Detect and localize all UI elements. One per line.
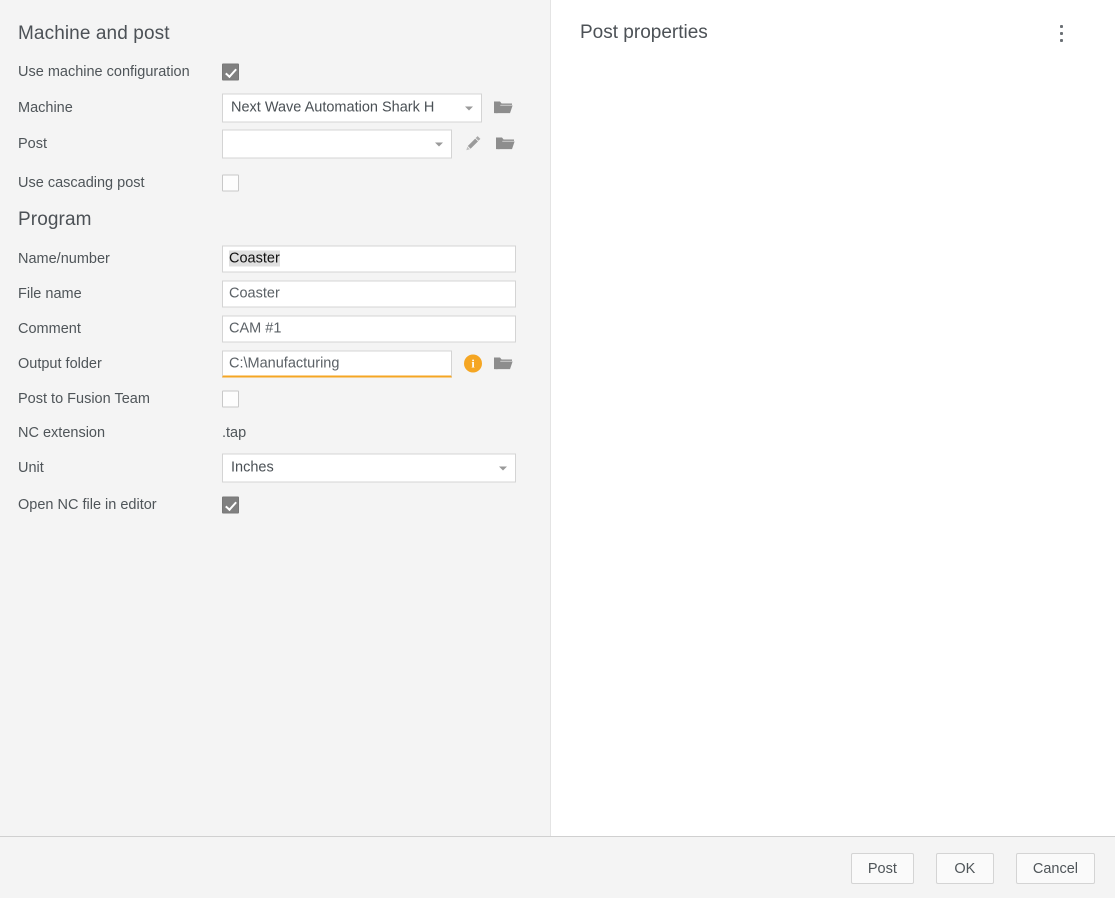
row-use-cascading-post: Use cascading post: [0, 165, 551, 200]
kebab-menu-icon[interactable]: [1051, 18, 1071, 48]
row-post: Post: [0, 126, 551, 161]
settings-panel: Machine and post Use machine configurati…: [0, 0, 551, 836]
row-file-name: File name Coaster: [0, 276, 551, 311]
kebab-dot: [1059, 38, 1063, 42]
pencil-icon-post[interactable]: [462, 133, 484, 155]
section-title-machine-and-post: Machine and post: [18, 23, 170, 44]
label-unit: Unit: [18, 459, 44, 476]
folder-open-icon-output-folder[interactable]: [492, 353, 514, 375]
row-machine: Machine Next Wave Automation Shark H: [0, 90, 551, 125]
checkbox-use-cascading-post[interactable]: [222, 174, 239, 191]
row-comment: Comment CAM #1: [0, 311, 551, 346]
dialog-footer: Post OK Cancel: [0, 836, 1115, 898]
folder-open-icon-machine[interactable]: [492, 97, 514, 119]
label-post: Post: [18, 135, 48, 152]
output-folder-input[interactable]: C:\Manufacturing: [222, 350, 452, 377]
post-select[interactable]: [222, 129, 452, 158]
nc-extension-value: .tap: [222, 424, 247, 441]
label-comment: Comment: [18, 320, 81, 337]
chevron-down-icon: [499, 466, 507, 471]
unit-select-value: Inches: [231, 459, 274, 476]
checkbox-open-nc-file-in-editor[interactable]: [222, 496, 239, 513]
unit-select[interactable]: Inches: [222, 453, 516, 482]
post-process-dialog: Machine and post Use machine configurati…: [0, 0, 1115, 898]
ok-button[interactable]: OK: [935, 853, 994, 884]
post-properties-title: Post properties: [580, 22, 708, 43]
comment-value: CAM #1: [229, 320, 282, 337]
name-number-value: Coaster: [229, 250, 280, 267]
post-button[interactable]: Post: [850, 853, 914, 884]
label-file-name: File name: [18, 285, 82, 302]
chevron-down-icon: [435, 142, 443, 147]
label-open-nc-file-in-editor: Open NC file in editor: [18, 496, 157, 513]
row-use-machine-configuration: Use machine configuration: [0, 54, 551, 89]
label-output-folder: Output folder: [18, 355, 102, 372]
file-name-input[interactable]: Coaster: [222, 280, 516, 307]
row-name-number: Name/number Coaster: [0, 241, 551, 276]
cancel-button[interactable]: Cancel: [1015, 853, 1095, 884]
label-name-number: Name/number: [18, 250, 110, 267]
row-unit: Unit Inches: [0, 450, 551, 485]
kebab-dot: [1059, 31, 1063, 35]
folder-open-icon-post[interactable]: [494, 133, 516, 155]
comment-input[interactable]: CAM #1: [222, 315, 516, 342]
kebab-dot: [1059, 24, 1063, 28]
label-use-machine-configuration: Use machine configuration: [18, 63, 190, 80]
label-use-cascading-post: Use cascading post: [18, 174, 145, 191]
row-nc-extension: NC extension .tap: [0, 415, 551, 450]
label-machine: Machine: [18, 99, 73, 116]
name-number-input[interactable]: Coaster: [222, 245, 516, 272]
row-open-nc-file-in-editor: Open NC file in editor: [0, 487, 551, 522]
machine-select-value: Next Wave Automation Shark H: [231, 99, 435, 116]
section-title-program: Program: [18, 209, 92, 230]
checkbox-post-to-fusion-team[interactable]: [222, 390, 239, 407]
dialog-button-bar: Post OK Cancel: [850, 853, 1095, 884]
info-icon-output-folder[interactable]: i: [464, 354, 482, 373]
chevron-down-icon: [465, 106, 473, 111]
output-folder-value: C:\Manufacturing: [229, 355, 340, 371]
row-output-folder: Output folder C:\Manufacturing i: [0, 346, 551, 381]
label-nc-extension: NC extension: [18, 424, 106, 441]
machine-select[interactable]: Next Wave Automation Shark H: [222, 93, 482, 122]
post-properties-panel: Post properties: [552, 0, 1115, 836]
row-post-to-fusion-team: Post to Fusion Team: [0, 381, 551, 416]
file-name-value: Coaster: [229, 285, 280, 302]
label-post-to-fusion-team: Post to Fusion Team: [18, 390, 150, 407]
checkbox-use-machine-configuration[interactable]: [222, 63, 239, 80]
